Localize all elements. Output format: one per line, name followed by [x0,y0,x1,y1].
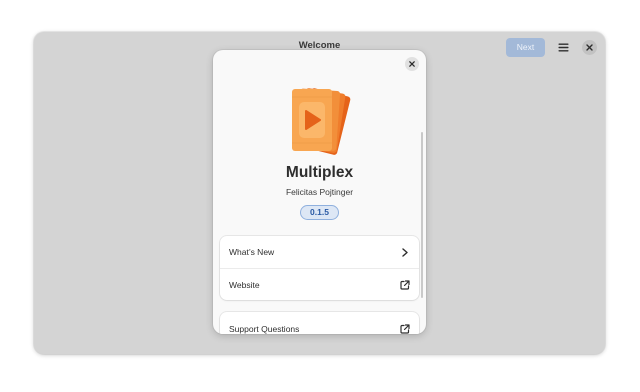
external-link-icon [400,324,410,334]
row-label: What’s New [229,247,275,257]
external-link-icon [400,280,410,290]
hamburger-menu-icon [558,43,569,52]
main-menu-button[interactable] [554,38,573,57]
version-badge[interactable]: 0.1.5 [300,205,339,220]
close-icon [586,44,593,51]
chevron-right-icon [400,247,410,257]
website-row[interactable]: Website [220,268,419,301]
next-button[interactable]: Next [506,38,545,57]
support-links-list: Support Questions [220,312,419,334]
dialog-close-button[interactable] [405,57,419,71]
row-label: Website [229,280,260,290]
developer-name: Felicitas Pojtinger [285,187,354,197]
close-icon [409,61,415,67]
multiplex-app-icon [292,88,351,155]
row-label: Support Questions [229,324,300,334]
support-questions-row[interactable]: Support Questions [220,312,419,334]
window-close-button[interactable] [582,40,597,55]
scrollbar[interactable] [421,132,423,298]
whats-new-row[interactable]: What’s New [220,236,419,268]
about-links-list: What’s New Website [220,236,419,300]
about-dialog: Multiplex Felicitas Pojtinger 0.1.5 What… [213,50,426,334]
app-name: Multiplex [285,164,354,181]
